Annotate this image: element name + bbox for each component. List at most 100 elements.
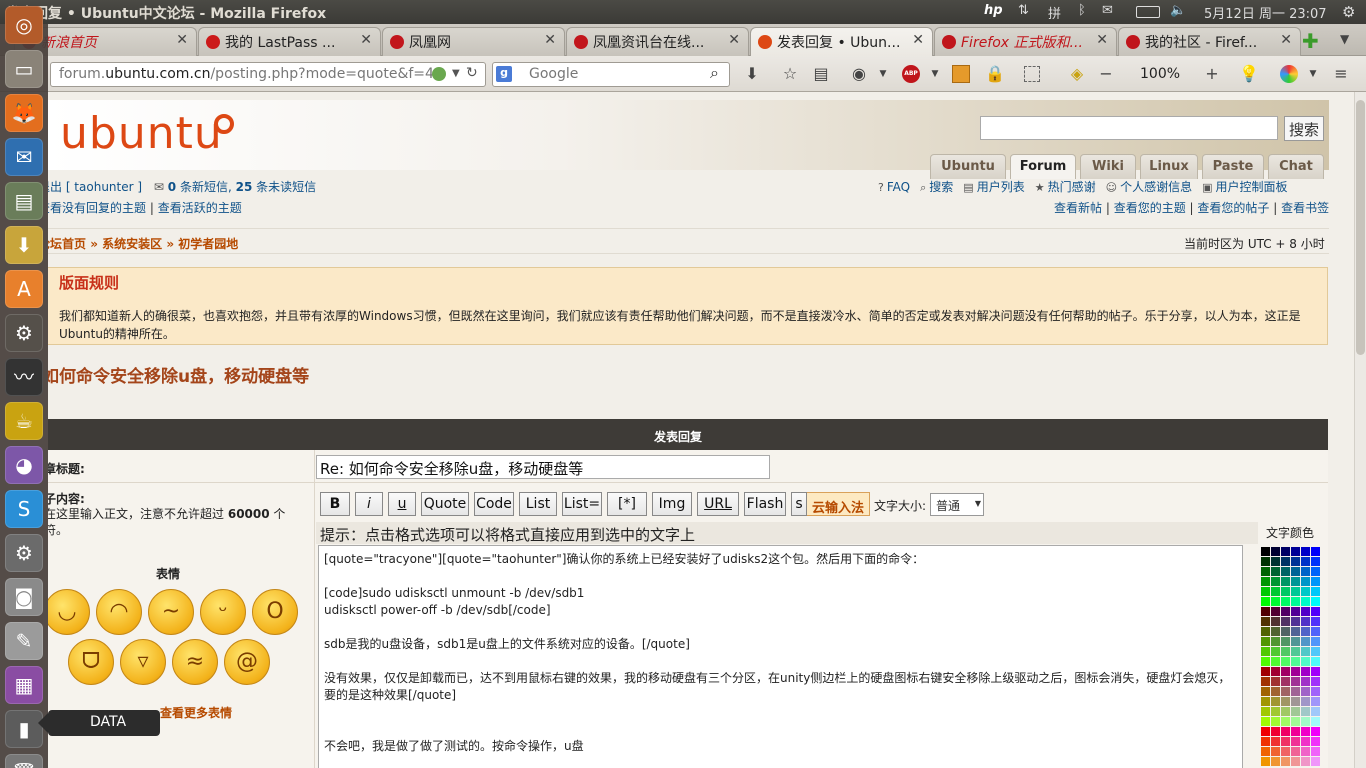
format-button-i[interactable]: i xyxy=(355,492,383,516)
smiley-icon[interactable]: ◠ xyxy=(96,589,142,635)
color-swatch[interactable] xyxy=(1311,687,1320,696)
browser-tab[interactable]: 我的社区 - Firef... ✕ xyxy=(1118,27,1301,56)
url-history-chevron-icon[interactable]: ▼ xyxy=(452,68,460,79)
color-swatch[interactable] xyxy=(1261,707,1270,716)
zoom-in-icon[interactable]: + xyxy=(1201,64,1223,83)
smiley-icon[interactable]: ~ xyxy=(148,589,194,635)
color-swatch[interactable] xyxy=(1261,667,1270,676)
color-swatch[interactable] xyxy=(1291,567,1300,576)
browser-tab[interactable]: 凤凰网 ✕ xyxy=(382,27,565,56)
color-swatch[interactable] xyxy=(1271,577,1280,586)
color-swatch[interactable] xyxy=(1271,757,1280,766)
color-swatch[interactable] xyxy=(1271,707,1280,716)
color-swatch[interactable] xyxy=(1261,717,1270,726)
google-engine-icon[interactable]: g xyxy=(496,66,512,82)
color-swatch[interactable] xyxy=(1311,647,1320,656)
color-swatch[interactable] xyxy=(1291,667,1300,676)
color-swatch[interactable] xyxy=(1311,737,1320,746)
tab-list-chevron-icon[interactable]: ▼ xyxy=(1340,32,1349,46)
input-method-icon[interactable]: 拼 xyxy=(1048,3,1061,22)
color-swatch[interactable] xyxy=(1281,717,1290,726)
color-swatch[interactable] xyxy=(1291,647,1300,656)
ubuntu-logo[interactable]: ubuntu xyxy=(60,108,223,159)
color-swatch[interactable] xyxy=(1291,687,1300,696)
color-swatch[interactable] xyxy=(1261,737,1270,746)
format-button-b[interactable]: B xyxy=(320,492,350,516)
color-swatch[interactable] xyxy=(1281,647,1290,656)
color-swatch[interactable] xyxy=(1301,567,1310,576)
search-icon[interactable]: ⌕ xyxy=(710,63,719,83)
color-swatch[interactable] xyxy=(1281,737,1290,746)
color-swatch[interactable] xyxy=(1291,677,1300,686)
color-swatch[interactable] xyxy=(1301,727,1310,736)
color-swatch[interactable] xyxy=(1261,607,1270,616)
breadcrumb-item[interactable]: 系统安装区 xyxy=(102,237,162,251)
user-link[interactable]: 热门感谢 xyxy=(1048,180,1096,194)
color-swatch[interactable] xyxy=(1281,557,1290,566)
color-swatch[interactable] xyxy=(1311,597,1320,606)
color-swatch[interactable] xyxy=(1281,587,1290,596)
color-swatch[interactable] xyxy=(1261,547,1270,556)
format-button-url[interactable]: URL xyxy=(697,492,739,516)
files-icon[interactable]: ▭ xyxy=(5,50,43,88)
screenshot-icon[interactable] xyxy=(1024,66,1040,82)
color-swatch[interactable] xyxy=(1301,747,1310,756)
color-swatch[interactable] xyxy=(1261,597,1270,606)
tab-close-icon[interactable]: ✕ xyxy=(544,32,556,48)
color-swatch[interactable] xyxy=(1291,627,1300,636)
color-swatch[interactable] xyxy=(1311,717,1320,726)
color-swatch[interactable] xyxy=(1301,717,1310,726)
color-swatch[interactable] xyxy=(1301,577,1310,586)
color-swatch[interactable] xyxy=(1271,667,1280,676)
tab-close-icon[interactable]: ✕ xyxy=(176,32,188,48)
format-button-list-ordered[interactable]: List= xyxy=(562,492,602,516)
font-size-select[interactable]: 普通 ▼ xyxy=(930,493,984,516)
user-link[interactable]: 用户列表 xyxy=(977,180,1025,194)
color-swatch[interactable] xyxy=(1301,597,1310,606)
zoom-out-icon[interactable]: − xyxy=(1095,64,1117,83)
topic-link[interactable]: 查看新帖 xyxy=(1054,201,1102,215)
color-swatch[interactable] xyxy=(1281,667,1290,676)
color-swatch[interactable] xyxy=(1261,557,1270,566)
color-swatch[interactable] xyxy=(1261,577,1270,586)
battery-icon[interactable] xyxy=(1136,6,1160,18)
color-swatch[interactable] xyxy=(1301,657,1310,666)
smiley-icon[interactable]: ▿ xyxy=(120,639,166,685)
color-swatch[interactable] xyxy=(1291,607,1300,616)
hp-icon[interactable]: hp xyxy=(984,3,1003,18)
color-swatch[interactable] xyxy=(1261,567,1270,576)
globe-menu-chevron-icon[interactable]: ▼ xyxy=(872,69,894,79)
color-swatch[interactable] xyxy=(1301,697,1310,706)
color-swatch[interactable] xyxy=(1261,697,1270,706)
smiley-icon[interactable]: ◡ xyxy=(48,589,90,635)
color-swatch[interactable] xyxy=(1301,587,1310,596)
color-swatch[interactable] xyxy=(1281,657,1290,666)
color-swatch[interactable] xyxy=(1261,657,1270,666)
color-swatch[interactable] xyxy=(1271,737,1280,746)
site-tab-ubuntu[interactable]: Ubuntu xyxy=(930,154,1006,179)
bookmarks-list-icon[interactable]: ▤ xyxy=(810,64,832,83)
color-swatch[interactable] xyxy=(1291,617,1300,626)
topic-link[interactable]: 查看您的主题 xyxy=(1114,201,1186,215)
color-swatch[interactable] xyxy=(1311,637,1320,646)
site-search-input[interactable] xyxy=(980,116,1278,140)
browser-tab[interactable]: 发表回复 • Ubun... ✕ xyxy=(750,27,933,56)
page-scrollbar-thumb[interactable] xyxy=(1356,100,1365,355)
breadcrumb-item[interactable]: 初学者园地 xyxy=(178,237,238,251)
bluetooth-icon[interactable]: ᛒ xyxy=(1078,3,1086,18)
color-swatch[interactable] xyxy=(1311,617,1320,626)
lightbulb-icon[interactable]: 💡 xyxy=(1238,64,1260,83)
color-picker-icon[interactable] xyxy=(1280,65,1298,83)
user-link[interactable]: 个人感谢信息 xyxy=(1120,180,1192,194)
tab-close-icon[interactable]: ✕ xyxy=(1096,32,1108,48)
mail-icon[interactable]: ✉ xyxy=(1102,3,1113,18)
color-swatch[interactable] xyxy=(1271,687,1280,696)
browser-tab[interactable]: Firefox 正式版和... ✕ xyxy=(934,27,1117,56)
color-swatch[interactable] xyxy=(1311,697,1320,706)
topic-link[interactable]: 查看您的帖子 xyxy=(1197,201,1269,215)
firefox-icon[interactable]: 🦊 xyxy=(5,94,43,132)
tab-close-icon[interactable]: ✕ xyxy=(912,32,924,48)
color-swatch[interactable] xyxy=(1291,737,1300,746)
color-swatch[interactable] xyxy=(1271,557,1280,566)
extension-grid-icon[interactable] xyxy=(952,65,970,83)
